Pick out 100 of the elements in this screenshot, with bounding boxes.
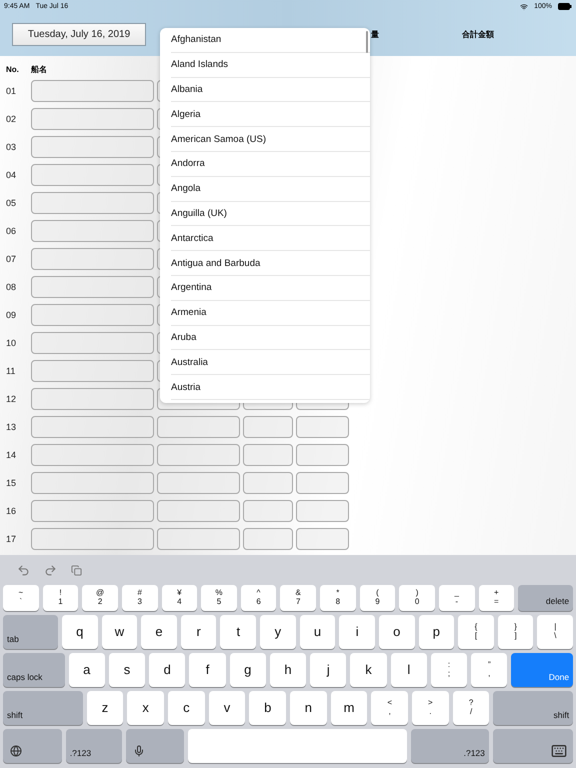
date-button[interactable]: Tuesday, July 16, 2019 [12, 23, 146, 46]
key[interactable]: > . [412, 691, 449, 725]
key[interactable]: & 7 [280, 585, 316, 611]
key[interactable]: r [180, 615, 216, 649]
key[interactable]: x [127, 691, 164, 725]
input-field[interactable] [31, 220, 154, 242]
dropdown-option[interactable]: Aland Islands [171, 52, 370, 78]
key[interactable]: : ; [430, 653, 468, 687]
key[interactable]: a [68, 653, 105, 687]
dropdown-option[interactable]: Antarctica [171, 226, 370, 252]
input-field[interactable] [31, 136, 154, 158]
done-key[interactable]: Done [511, 653, 574, 687]
input-field[interactable] [31, 192, 154, 214]
dropdown-option[interactable]: Albania [171, 78, 370, 102]
paste-icon[interactable] [71, 564, 82, 576]
input-field[interactable] [31, 108, 154, 130]
input-field[interactable] [296, 416, 349, 438]
key[interactable]: q [62, 615, 98, 649]
key[interactable]: ” , [471, 653, 508, 687]
key[interactable]: { [ [458, 615, 494, 649]
input-field[interactable] [31, 360, 154, 382]
key[interactable]: f [189, 653, 226, 687]
key[interactable]: v [208, 691, 246, 725]
input-field[interactable] [157, 444, 240, 466]
input-field[interactable] [31, 444, 154, 466]
key[interactable]: @ 2 [82, 585, 118, 611]
dropdown-option[interactable]: Algeria [171, 102, 370, 128]
key[interactable]: w [102, 615, 138, 649]
key[interactable]: p [418, 615, 454, 649]
dropdown-option[interactable]: American Samoa (US) [171, 127, 370, 152]
input-field[interactable] [243, 416, 293, 438]
key[interactable]: u [300, 615, 336, 649]
shift-key[interactable]: shift [3, 691, 83, 725]
key[interactable]: | \ [537, 615, 574, 649]
input-field[interactable] [31, 472, 154, 494]
key[interactable]: ¥ 4 [162, 585, 198, 611]
key[interactable]: l [390, 653, 427, 687]
key[interactable]: ( 9 [360, 585, 396, 611]
key[interactable]: ^ 6 [240, 585, 276, 611]
redo-icon[interactable] [44, 564, 57, 576]
key[interactable]: j [310, 653, 346, 687]
key[interactable]: b [249, 691, 286, 725]
key[interactable]: } ] [498, 615, 534, 649]
key[interactable]: ! 1 [42, 585, 78, 611]
key[interactable]: i [339, 615, 375, 649]
tab-key[interactable]: tab [3, 615, 58, 649]
input-field[interactable] [243, 528, 293, 550]
caps-key[interactable]: caps lock [3, 653, 65, 687]
input-field[interactable] [157, 472, 240, 494]
key[interactable]: h [270, 653, 306, 687]
key[interactable]: g [230, 653, 266, 687]
input-field[interactable] [243, 444, 293, 466]
key[interactable]: c [168, 691, 205, 725]
input-field[interactable] [157, 528, 240, 550]
key[interactable]: m [330, 691, 368, 725]
input-field[interactable] [243, 500, 293, 522]
dropdown-option[interactable]: Australia [171, 350, 370, 376]
input-field[interactable] [31, 500, 154, 522]
input-field[interactable] [31, 416, 154, 438]
key[interactable]: ) 0 [399, 585, 435, 611]
delete-key[interactable]: delete [518, 585, 574, 611]
input-field[interactable] [31, 528, 154, 550]
input-field[interactable] [31, 80, 154, 102]
dropdown-option[interactable]: Argentina [171, 276, 370, 301]
dropdown-option[interactable]: Aruba [171, 326, 370, 350]
key[interactable]: # 3 [122, 585, 158, 611]
input-field[interactable] [157, 500, 240, 522]
key[interactable]: d [149, 653, 186, 687]
input-field[interactable] [31, 388, 154, 410]
key[interactable]: e [141, 615, 177, 649]
dropdown-option[interactable]: Andorra [171, 152, 370, 177]
key[interactable]: s [108, 653, 146, 687]
globe-key[interactable] [3, 729, 62, 763]
key[interactable]: y [260, 615, 296, 649]
input-field[interactable] [31, 304, 154, 326]
input-field[interactable] [31, 164, 154, 186]
input-field[interactable] [296, 528, 349, 550]
key[interactable]: _ - [438, 585, 474, 611]
key[interactable]: k [350, 653, 387, 687]
numbers-key[interactable]: .?123 [410, 729, 489, 763]
dropdown-option[interactable]: Austria [171, 375, 370, 400]
key[interactable]: ~ ` [3, 585, 39, 611]
key[interactable]: < , [371, 691, 408, 725]
input-field[interactable] [31, 332, 154, 354]
key[interactable]: % 5 [201, 585, 237, 611]
key[interactable]: n [290, 691, 327, 725]
shift-key[interactable]: shift [493, 691, 574, 725]
microphone-key[interactable] [126, 729, 184, 763]
dropdown-option[interactable]: Afghanistan [171, 28, 370, 53]
input-field[interactable] [157, 416, 240, 438]
undo-icon[interactable] [17, 564, 30, 576]
key[interactable]: ? / [452, 691, 490, 725]
dropdown-option[interactable]: Antigua and Barbuda [171, 251, 370, 276]
numbers-key[interactable]: .?123 [66, 729, 122, 763]
key[interactable]: * 8 [320, 585, 356, 611]
input-field[interactable] [296, 472, 349, 494]
input-field[interactable] [31, 248, 154, 270]
key[interactable]: z [86, 691, 124, 725]
input-field[interactable] [31, 276, 154, 298]
key[interactable]: o [378, 615, 415, 649]
